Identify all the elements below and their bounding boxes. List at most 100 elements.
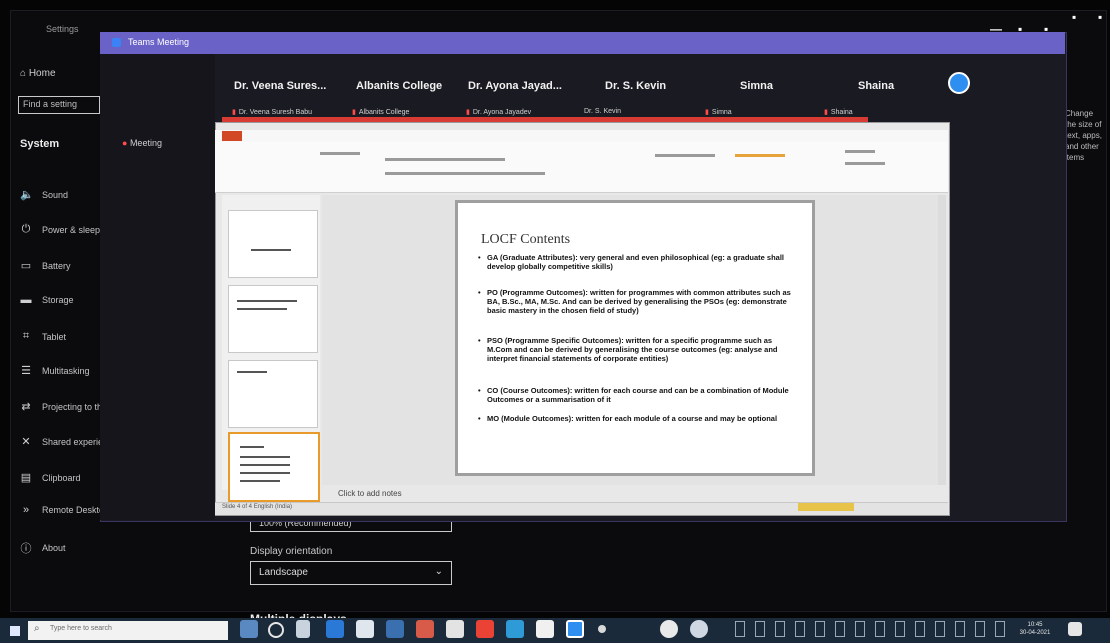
ribbon-group[interactable] — [385, 172, 545, 175]
vertical-scrollbar[interactable] — [938, 195, 946, 485]
view-buttons[interactable] — [798, 503, 854, 511]
app-icon[interactable] — [598, 625, 606, 633]
tray-icon[interactable] — [935, 621, 945, 637]
tray-icon[interactable] — [755, 621, 765, 637]
app-icon[interactable] — [446, 620, 464, 638]
orientation-value: Landscape — [259, 567, 308, 578]
participant-name[interactable]: Dr. S. Kevin — [605, 80, 666, 92]
ribbon-group[interactable] — [655, 154, 715, 157]
taskbar-clock[interactable]: 10:45 30-04-2021 — [1015, 621, 1055, 637]
tray-icon[interactable] — [735, 621, 745, 637]
sidebar-item-battery[interactable]: ▭ Battery — [20, 259, 71, 272]
app-icon[interactable] — [660, 620, 678, 638]
task-view-icon[interactable] — [296, 620, 310, 638]
participant-subtitle-text: Shaina — [830, 109, 853, 116]
clipboard-icon: ▤ — [20, 472, 32, 484]
chrome-icon[interactable] — [476, 620, 494, 638]
sidebar-item-sound[interactable]: 🔈 Sound — [20, 188, 68, 201]
participant-subtitle-text: Dr. Veena Suresh Babu — [238, 109, 313, 116]
participant-subtitle: ▮ Shaina — [824, 108, 853, 116]
mic-off-icon: ▮ — [705, 109, 709, 116]
projecting-icon: ⇄ — [21, 401, 31, 413]
ppt-file-tab[interactable] — [222, 131, 242, 141]
participant-name[interactable]: Albanits College — [356, 80, 442, 92]
tray-icon[interactable] — [875, 621, 885, 637]
tray-icon[interactable] — [895, 621, 905, 637]
sidebar-item-label: Clipboard — [42, 472, 81, 483]
participant-name[interactable]: Simna — [740, 80, 773, 92]
bullet-icon: • — [478, 253, 481, 262]
slide-bullet: • PSO (Programme Specific Outcomes): writ… — [478, 336, 798, 363]
tray-icon[interactable] — [835, 621, 845, 637]
participant-name[interactable]: Dr. Veena Sures... — [234, 80, 326, 92]
tray-icon[interactable] — [955, 621, 965, 637]
weather-icon[interactable] — [240, 620, 258, 638]
notes-placeholder[interactable]: Click to add notes — [338, 489, 402, 498]
tablet-icon: ⌗ — [22, 330, 30, 342]
ribbon-group[interactable] — [735, 154, 785, 157]
sidebar-item-label: Remote Desktop — [42, 505, 110, 515]
sidebar-item-about[interactable]: ⓘ About — [20, 540, 66, 556]
meeting-icon: ● — [122, 138, 130, 148]
participant-subtitle-text: Albanits College — [358, 109, 410, 116]
photos-icon[interactable] — [506, 620, 524, 638]
sidebar-item-clipboard[interactable]: ▤ Clipboard — [20, 471, 81, 484]
tray-icon[interactable] — [915, 621, 925, 637]
mail-icon[interactable] — [386, 620, 404, 638]
info-icon: ⓘ — [20, 543, 32, 555]
ribbon-group[interactable] — [845, 150, 875, 153]
sidebar-item-storage[interactable]: ▬ Storage — [20, 294, 74, 306]
tray-icon[interactable] — [775, 621, 785, 637]
ribbon-group[interactable] — [385, 158, 505, 161]
find-setting-input[interactable]: Find a setting — [18, 96, 100, 114]
slide-thumbnail[interactable] — [228, 210, 318, 278]
bullet-text: MO (Module Outcomes): written for each m… — [487, 414, 778, 423]
participant-name[interactable]: Shaina — [858, 80, 894, 92]
thumbnail-text — [240, 480, 280, 482]
slide-thumbnail[interactable] — [228, 285, 318, 353]
mic-off-icon: ▮ — [232, 109, 236, 116]
participant-avatar[interactable] — [948, 72, 970, 94]
meeting-nav-item[interactable]: ● Meeting — [122, 138, 162, 148]
bullet-icon: • — [478, 386, 481, 395]
search-icon: ⌕ — [34, 623, 40, 634]
sidebar-item-multitasking[interactable]: ☰ Multitasking — [20, 364, 89, 377]
tray-icon[interactable] — [855, 621, 865, 637]
tray-icon[interactable] — [815, 621, 825, 637]
participant-name[interactable]: Dr. Ayona Jayad... — [468, 80, 562, 92]
tray-icon[interactable] — [795, 621, 805, 637]
settings-home-link[interactable]: ⌂ Home — [20, 68, 56, 79]
display-orientation-select[interactable]: Landscape ⌄ — [250, 561, 452, 585]
edge-icon[interactable] — [326, 620, 344, 638]
slide-bullet: • CO (Course Outcomes): written for each … — [478, 386, 798, 404]
teams-taskbar-icon[interactable] — [566, 620, 584, 638]
sidebar-item-power[interactable]: ⏻ Power & sleep — [20, 223, 100, 236]
tray-icon[interactable] — [975, 621, 985, 637]
windows-start-icon[interactable] — [10, 626, 20, 636]
app-icon[interactable] — [416, 620, 434, 638]
sidebar-item-remote-desktop[interactable]: » Remote Desktop — [20, 504, 109, 516]
clock-date: 30-04-2021 — [1019, 630, 1051, 636]
ppt-ribbon — [215, 142, 948, 193]
slide-thumbnail[interactable] — [228, 360, 318, 428]
slide-thumbnail-selected[interactable] — [228, 432, 320, 502]
taskbar-search-input[interactable]: Type here to search — [28, 621, 228, 640]
meeting-label: Meeting — [129, 138, 162, 148]
cortana-icon[interactable] — [268, 622, 284, 638]
file-explorer-icon[interactable] — [536, 620, 554, 638]
store-icon[interactable] — [356, 620, 374, 638]
outer-close-icon[interactable]: ▪ — [1098, 10, 1102, 24]
outer-minimize-icon[interactable]: ▪ — [1072, 10, 1076, 24]
remote-desktop-icon: » — [22, 504, 30, 516]
bullet-icon: • — [478, 288, 481, 297]
sidebar-item-tablet[interactable]: ⌗ Tablet — [20, 330, 66, 343]
ribbon-group[interactable] — [320, 152, 360, 155]
battery-icon: ▭ — [20, 260, 32, 272]
bullet-text: PO (Programme Outcomes): written for pro… — [487, 288, 791, 315]
ribbon-group[interactable] — [845, 162, 885, 165]
notification-icon[interactable] — [1068, 622, 1082, 636]
bullet-icon: • — [478, 414, 481, 423]
thumbnail-text — [240, 446, 264, 448]
app-icon[interactable] — [690, 620, 708, 638]
tray-icon[interactable] — [995, 621, 1005, 637]
